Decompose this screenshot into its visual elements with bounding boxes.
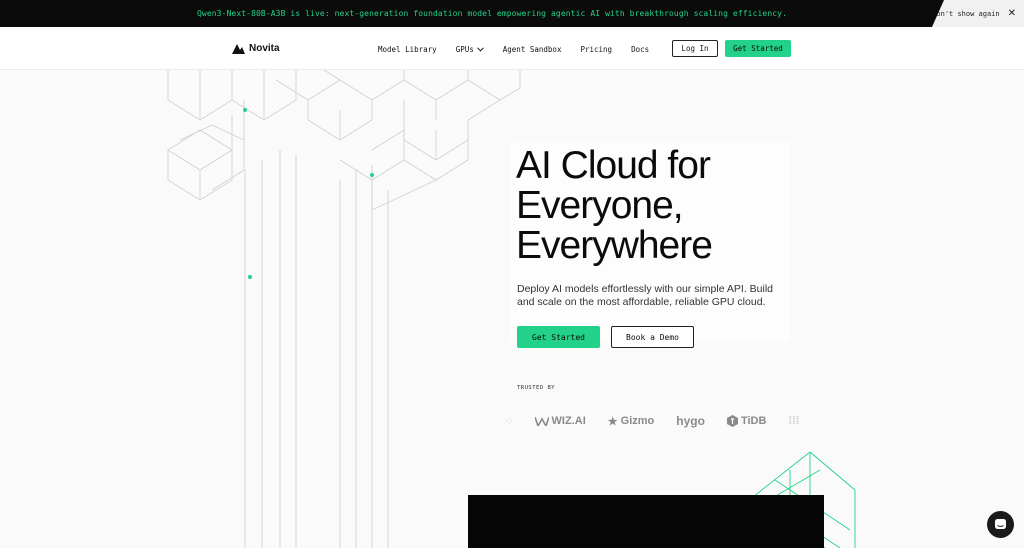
wiz-mark-icon bbox=[534, 416, 549, 426]
nav-model-library[interactable]: Model Library bbox=[378, 45, 437, 54]
headline-line-1: AI Cloud for bbox=[516, 144, 711, 187]
trusted-logos-carousel: ◌ WIZ.AI ★ Gizmo hygo TiDB ⁞⁞⁞ bbox=[506, 410, 826, 432]
novita-logo-icon bbox=[232, 43, 245, 54]
nav-links: Model Library GPUs Agent Sandbox Pricing… bbox=[378, 45, 649, 54]
dismiss-announcement[interactable]: Don't show again ✕ bbox=[932, 0, 1024, 27]
star-icon: ★ bbox=[607, 415, 618, 428]
chat-widget-button[interactable] bbox=[987, 511, 1014, 538]
announcement-text[interactable]: Qwen3-Next-80B-A3B is live: next-generat… bbox=[197, 9, 787, 18]
logo-tidb: TiDB bbox=[726, 415, 767, 427]
dark-feature-panel bbox=[468, 495, 824, 548]
logo-gizmo-text: Gizmo bbox=[620, 415, 655, 427]
partial-logo-right-icon: ⁞⁞⁞ bbox=[788, 415, 800, 427]
close-icon[interactable]: ✕ bbox=[1008, 8, 1016, 19]
hero-subtitle: Deploy AI models effortlessly with our s… bbox=[517, 283, 774, 308]
hero-headline: AI Cloud for Everyone, Everywhere bbox=[516, 144, 713, 267]
get-started-nav-button[interactable]: Get Started bbox=[725, 40, 791, 57]
brand-logo[interactable]: Novita bbox=[232, 43, 280, 54]
partial-logo-icon: ◌ bbox=[506, 415, 513, 427]
nav-gpus[interactable]: GPUs bbox=[456, 45, 484, 54]
logo-wizai-text: WIZ.AI bbox=[551, 415, 586, 427]
get-started-button[interactable]: Get Started bbox=[517, 326, 600, 348]
chevron-down-icon bbox=[476, 47, 484, 52]
login-button[interactable]: Log In bbox=[672, 40, 718, 57]
nav-agent-sandbox[interactable]: Agent Sandbox bbox=[503, 45, 562, 54]
dont-show-again-button[interactable]: Don't show again bbox=[932, 10, 999, 18]
top-navigation: Novita Model Library GPUs Agent Sandbox … bbox=[0, 27, 1024, 70]
logo-hygo: hygo bbox=[676, 414, 705, 428]
logo-gizmo: ★ Gizmo bbox=[608, 415, 655, 428]
nav-gpus-label: GPUs bbox=[455, 45, 474, 54]
nav-docs[interactable]: Docs bbox=[631, 45, 649, 54]
nav-pricing[interactable]: Pricing bbox=[580, 45, 612, 54]
headline-line-3: Everywhere bbox=[516, 224, 713, 267]
tidb-mark-icon bbox=[726, 415, 738, 427]
brand-name: Novita bbox=[249, 43, 280, 54]
headline-line-2: Everyone, bbox=[516, 184, 684, 227]
logo-tidb-text: TiDB bbox=[740, 415, 767, 427]
book-demo-button[interactable]: Book a Demo bbox=[611, 326, 694, 348]
logo-wizai: WIZ.AI bbox=[534, 415, 586, 427]
chat-bubble-icon bbox=[995, 519, 1006, 529]
announcement-bar: Qwen3-Next-80B-A3B is live: next-generat… bbox=[0, 0, 1024, 27]
trusted-by-label: TRUSTED BY bbox=[517, 385, 556, 391]
